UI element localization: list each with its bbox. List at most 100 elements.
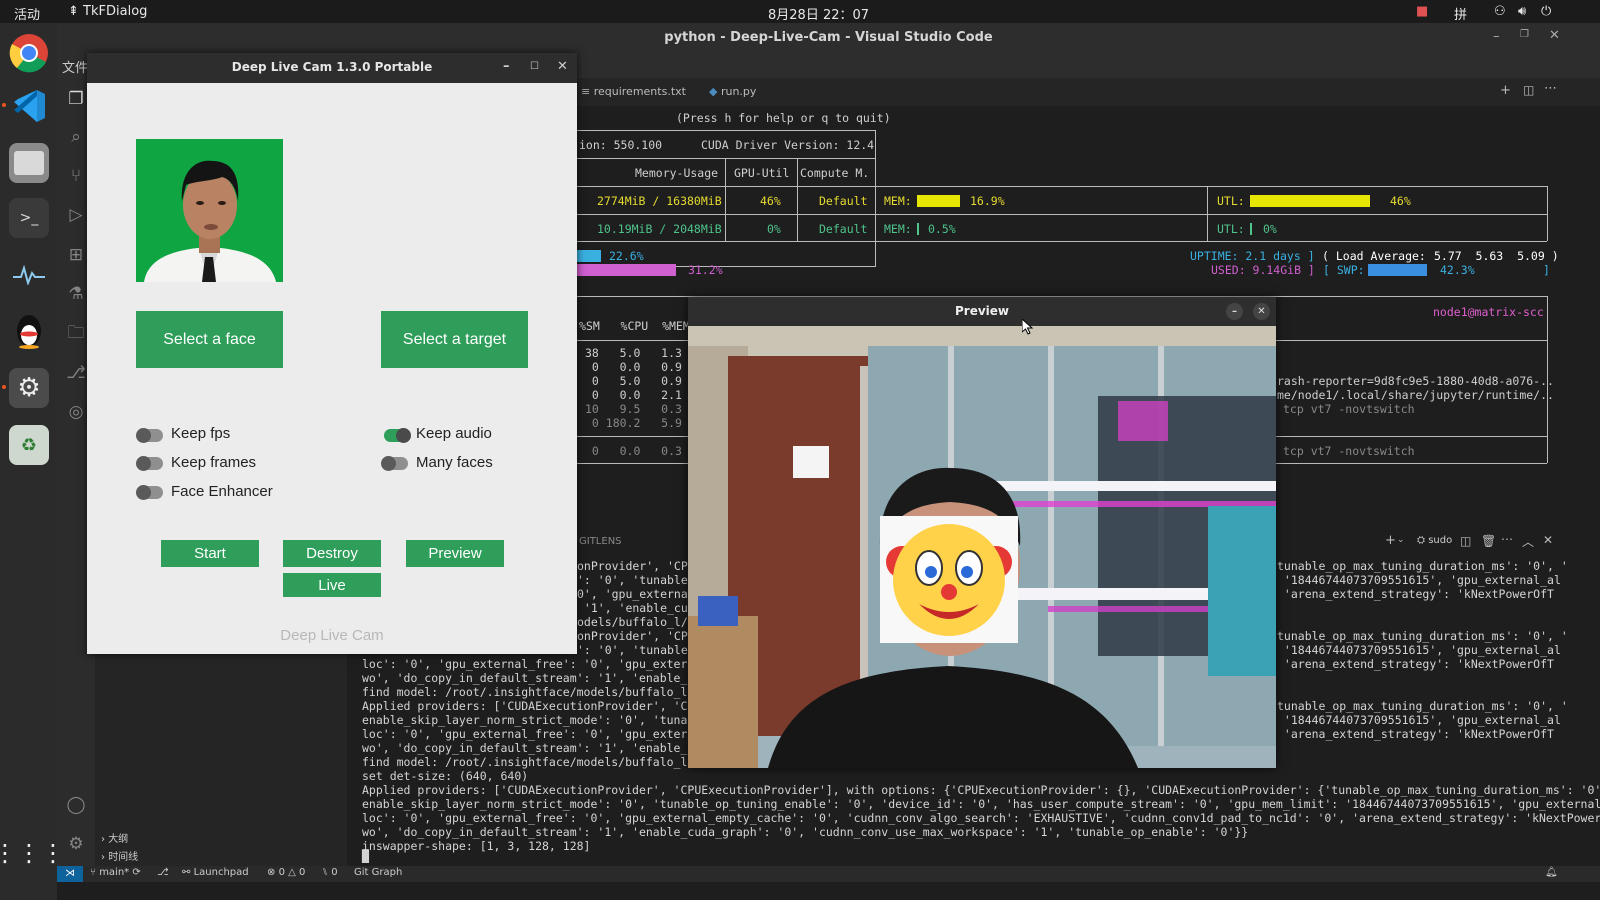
timeline-section[interactable]: › 时间线	[101, 848, 138, 863]
restore-button[interactable]: ❐	[1520, 29, 1529, 40]
git-graph-icon[interactable]: ⎇	[65, 362, 87, 384]
tab-requirements[interactable]: ≡ requirements.txt	[581, 78, 686, 106]
maximize-panel-icon[interactable]: ︿	[1522, 533, 1534, 550]
gpu0-util: 46%	[760, 194, 781, 208]
more-actions-icon[interactable]: ⋯	[1544, 81, 1557, 96]
extensions-icon[interactable]: ⊞	[65, 244, 87, 266]
proc-row: 0 180.2 5.9	[585, 416, 682, 430]
select-face-button[interactable]: Select a face	[136, 311, 283, 368]
chrome-icon[interactable]	[9, 33, 49, 73]
live-button[interactable]: Live	[283, 573, 381, 597]
close-button[interactable]: ✕	[557, 53, 568, 81]
power-icon[interactable]: ⏻	[1541, 4, 1551, 19]
terminal-icon: ⛭	[1417, 535, 1425, 546]
trash-terminal-icon[interactable]: 🗑︎	[1481, 534, 1496, 548]
terminal-line: 'arena_extend_strategy': 'kNextPowerOfT	[1277, 587, 1554, 601]
source-control-icon[interactable]: ⑂	[65, 165, 87, 187]
terminal-line: '18446744073709551615', 'gpu_external_al	[1277, 573, 1561, 587]
split-terminal-icon[interactable]: ◫	[1460, 534, 1471, 548]
launchpad[interactable]: ⚯ Launchpad	[182, 867, 249, 878]
preview-button[interactable]: Preview	[406, 540, 504, 567]
cuda-version: CUDA Driver Version: 12.4	[701, 138, 875, 152]
ports-indicator[interactable]: ⑊ 0	[322, 867, 338, 878]
files-icon[interactable]	[9, 143, 49, 183]
branch-indicator[interactable]: ⑂ main* ⟳	[90, 867, 141, 878]
account-icon[interactable]: ◯	[65, 794, 87, 816]
trash-icon[interactable]: ♻	[9, 425, 49, 465]
face-enhancer-label: Face Enhancer	[171, 483, 273, 500]
select-target-button[interactable]: Select a target	[381, 311, 528, 368]
folder-icon[interactable]: 🗀	[65, 322, 87, 344]
keep-fps-switch[interactable]	[136, 428, 163, 443]
col-gpu-util: GPU-Util	[734, 166, 790, 180]
terminal-instance[interactable]: ⛭ sudo	[1417, 535, 1452, 546]
face-enhancer-switch[interactable]	[136, 485, 163, 500]
problems-indicator[interactable]: ⊗ 0 △ 0	[267, 867, 305, 878]
remote-indicator-icon[interactable]: ⋊	[57, 866, 83, 882]
gpu0-utl-pct: 46%	[1390, 194, 1411, 208]
window-title: python - Deep-Live-Cam - Visual Studio C…	[664, 30, 993, 45]
show-apps-icon[interactable]: ⋮⋮⋮	[0, 833, 65, 873]
switch-knob	[381, 456, 396, 471]
qq-icon[interactable]	[9, 311, 49, 351]
terminal-line: find model: /root/.insightface/models/bu…	[362, 755, 702, 769]
new-terminal-icon[interactable]: +	[1500, 83, 1511, 98]
tab-gitlens[interactable]: GITLENS	[579, 536, 622, 547]
explorer-icon[interactable]: ❐	[65, 88, 87, 110]
more-actions-icon[interactable]: ⋯	[1501, 532, 1513, 546]
notifications-icon[interactable]: 🔔︎	[1545, 867, 1558, 878]
menu-file[interactable]: 文件	[62, 57, 88, 76]
vscode-titlebar: python - Deep-Live-Cam - Visual Studio C…	[57, 23, 1600, 53]
add-terminal-icon[interactable]: +	[1385, 533, 1396, 548]
testing-icon[interactable]: ⚗	[65, 283, 87, 305]
terminal-icon[interactable]: >_	[9, 198, 49, 238]
git-graph-button[interactable]: Git Graph	[354, 867, 402, 878]
gpu0-mem-pct: 16.9%	[970, 194, 1005, 208]
search-icon[interactable]: ⌕	[65, 126, 87, 148]
settings-icon[interactable]: ⚙	[9, 368, 49, 408]
clock[interactable]: 8月28日 22：07	[768, 4, 869, 23]
terminal-line: enable_skip_layer_norm_strict_mode': '0'…	[362, 797, 1600, 811]
outline-section[interactable]: › 大纲	[101, 830, 128, 845]
app-menu[interactable]: ⇞ TkFDialog	[68, 4, 147, 19]
terminal-line: wo', 'do_copy_in_default_stream': '1', '…	[362, 671, 702, 685]
minimize-button[interactable]: –	[1493, 29, 1500, 44]
volume-icon[interactable]: 🔊︎	[1518, 4, 1526, 19]
run-debug-icon[interactable]: ▷	[65, 204, 87, 226]
activities-button[interactable]: 活动	[14, 4, 40, 23]
terminal-line: loc': '0', 'gpu_external_free': '0', 'gp…	[362, 811, 1600, 825]
chevron-down-icon[interactable]: ⌄	[1397, 535, 1405, 545]
system-monitor-icon[interactable]	[9, 255, 49, 295]
ram-bar	[577, 264, 676, 276]
input-method-indicator[interactable]: 拼	[1454, 4, 1467, 23]
uptime: UPTIME: 2.1 days ]	[1190, 249, 1315, 263]
terminal-line: '1', 'enable_cud	[577, 601, 695, 615]
gpu0-mem-bar	[917, 195, 960, 207]
minimize-button[interactable]: –	[1226, 303, 1243, 320]
keep-audio-switch[interactable]	[384, 428, 411, 443]
footer-label: Deep Live Cam	[280, 627, 384, 644]
destroy-button[interactable]: Destroy	[283, 540, 381, 567]
remote-icon[interactable]: ◎	[65, 401, 87, 423]
minimize-button[interactable]: –	[503, 53, 510, 81]
maximize-button[interactable]: ☐	[530, 53, 539, 81]
keep-frames-switch[interactable]	[136, 456, 163, 471]
proc-header: %SM %CPU %MEM	[579, 319, 690, 333]
gpu1-mem-pct: 0.5%	[928, 222, 956, 236]
close-button[interactable]: ✕	[1253, 303, 1270, 320]
start-button[interactable]: Start	[161, 540, 259, 567]
network-icon[interactable]: ⚇	[1494, 4, 1506, 19]
close-button[interactable]: ✕	[1549, 28, 1560, 43]
screen-record-icon[interactable]: ■	[1416, 4, 1428, 19]
split-editor-icon[interactable]: ◫	[1523, 83, 1534, 97]
tab-run-py[interactable]: ◆ run.py	[709, 78, 756, 106]
vscode-icon[interactable]	[9, 86, 49, 126]
proc-cmd: tcp vt7 -novtswitch	[1283, 444, 1415, 458]
many-faces-switch[interactable]	[381, 456, 408, 471]
gpu0-mem-label: MEM:	[884, 194, 912, 208]
proc-row: 0 0.0 2.1	[585, 388, 682, 402]
git-icon[interactable]: ⎇	[157, 867, 169, 878]
close-panel-icon[interactable]: ✕	[1543, 533, 1553, 547]
manage-gear-icon[interactable]: ⚙	[65, 833, 87, 855]
terminal-name: sudo	[1428, 535, 1453, 546]
